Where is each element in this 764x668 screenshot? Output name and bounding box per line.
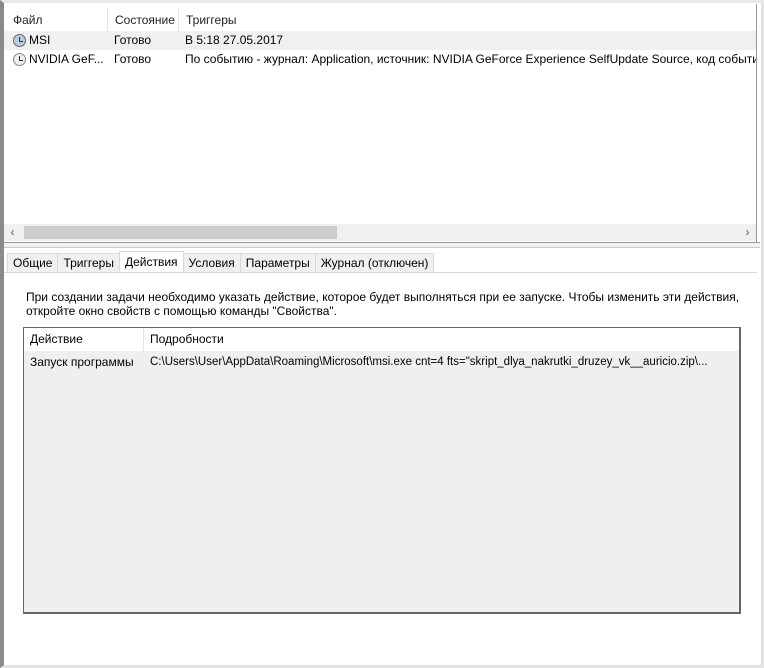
scroll-left-icon[interactable]: ‹: [4, 224, 21, 241]
action-details: C:\Users\User\AppData\Roaming\Microsoft\…: [150, 356, 708, 368]
tab-history[interactable]: Журнал (отключен): [314, 253, 435, 273]
column-header-action[interactable]: Действие: [24, 328, 144, 351]
clock-icon: [13, 53, 26, 66]
clock-icon: [13, 34, 26, 47]
action-type: Запуск программы: [30, 355, 134, 369]
column-header-triggers[interactable]: Триггеры: [179, 8, 757, 32]
task-name: NVIDIA GeF...: [29, 52, 104, 66]
task-trigger: В 5:18 27.05.2017: [185, 33, 284, 47]
tab-general[interactable]: Общие: [7, 253, 59, 273]
tab-triggers[interactable]: Триггеры: [57, 253, 120, 273]
task-status: Готово: [114, 52, 152, 66]
tab-actions[interactable]: Действия: [118, 251, 184, 272]
scroll-right-icon[interactable]: ›: [739, 224, 756, 241]
tab-bar: Общие Триггеры Действия Условия Параметр…: [7, 251, 435, 273]
tab-settings[interactable]: Параметры: [239, 253, 316, 273]
task-row[interactable]: NVIDIA GeF... Готово По событию - журнал…: [4, 50, 756, 69]
scrollbar-thumb[interactable]: [24, 226, 337, 239]
tab-conditions[interactable]: Условия: [182, 253, 241, 273]
column-header-status[interactable]: Состояние: [108, 8, 179, 32]
column-header-details[interactable]: Подробности: [144, 328, 740, 351]
column-header-file[interactable]: Файл: [6, 8, 108, 32]
task-row[interactable]: MSI Готово В 5:18 27.05.2017: [4, 31, 756, 50]
horizontal-scrollbar[interactable]: ‹ ›: [4, 224, 756, 241]
task-name: MSI: [29, 33, 51, 47]
actions-description: При создании задачи необходимо указать д…: [26, 290, 740, 318]
pane-splitter[interactable]: [4, 242, 760, 248]
task-trigger: По событию - журнал: Application, источн…: [185, 52, 756, 66]
action-row[interactable]: Запуск программы C:\Users\User\AppData\R…: [24, 351, 739, 373]
task-status: Готово: [114, 33, 152, 47]
actions-table[interactable]: Действие Подробности Запуск программы C:…: [23, 327, 741, 614]
